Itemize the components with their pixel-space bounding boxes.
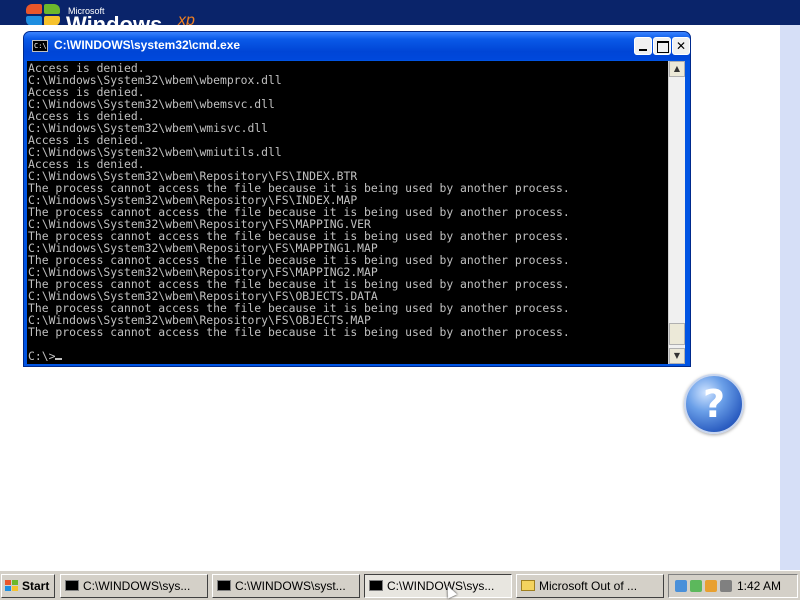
security-tray-icon[interactable]	[690, 580, 702, 592]
console-output[interactable]: Access is denied. C:\Windows\System32\wbe…	[27, 61, 668, 364]
scrollbar-thumb[interactable]	[669, 323, 685, 345]
vertical-scrollbar[interactable]: ▲ ▼	[668, 61, 685, 364]
console-line: The process cannot access the file becau…	[28, 325, 570, 339]
brand-windows-text: Windows	[66, 12, 163, 26]
background-window-header: Microsoft Windows xp	[0, 0, 800, 25]
close-button[interactable]: ✕	[672, 37, 690, 55]
taskbar-button-cmd-3[interactable]: C:\WINDOWS\sys...	[364, 574, 512, 598]
taskbar-button-microsoft-out-of[interactable]: Microsoft Out of ...	[516, 574, 664, 598]
taskbar-button-label: Microsoft Out of ...	[539, 579, 638, 593]
taskbar-button-label: C:\WINDOWS\syst...	[235, 579, 346, 593]
cmd-window: C:\ C:\WINDOWS\system32\cmd.exe ✕ Access…	[23, 31, 691, 367]
windows-flag-logo	[26, 4, 64, 25]
scroll-up-arrow-icon[interactable]: ▲	[669, 61, 685, 77]
brand-xp-text: xp	[178, 12, 195, 25]
command-prompt: C:\>	[28, 349, 56, 363]
maximize-button[interactable]	[653, 37, 671, 55]
text-cursor	[55, 358, 63, 360]
cmd-window-title: C:\WINDOWS\system32\cmd.exe	[54, 38, 241, 52]
taskbar-button-cmd-2[interactable]: C:\WINDOWS\syst...	[212, 574, 360, 598]
update-tray-icon[interactable]	[705, 580, 717, 592]
taskbar: Start C:\WINDOWS\sys... C:\WINDOWS\syst.…	[0, 570, 800, 600]
help-icon[interactable]: ?	[684, 374, 744, 434]
application-icon	[521, 580, 535, 591]
command-prompt-line[interactable]: C:\>	[28, 350, 668, 362]
cmd-icon	[369, 580, 383, 591]
system-tray: 1:42 AM	[668, 574, 798, 598]
cmd-system-menu-icon[interactable]: C:\	[32, 40, 48, 52]
cmd-icon	[217, 580, 231, 591]
background-window-edge	[780, 25, 800, 570]
start-label: Start	[22, 579, 50, 593]
cmd-icon	[65, 580, 79, 591]
taskbar-button-label: C:\WINDOWS\sys...	[387, 579, 495, 593]
minimize-button[interactable]	[634, 37, 652, 55]
windows-logo-icon	[5, 580, 19, 592]
taskbar-button-cmd-1[interactable]: C:\WINDOWS\sys...	[60, 574, 208, 598]
start-button[interactable]: Start	[1, 574, 55, 598]
clock[interactable]: 1:42 AM	[737, 579, 781, 593]
cmd-titlebar[interactable]: C:\ C:\WINDOWS\system32\cmd.exe ✕	[24, 32, 690, 60]
console-lines: Access is denied. C:\Windows\System32\wbe…	[28, 62, 668, 338]
scroll-down-arrow-icon[interactable]: ▼	[669, 348, 685, 364]
network-tray-icon[interactable]	[675, 580, 687, 592]
taskbar-button-label: C:\WINDOWS\sys...	[83, 579, 191, 593]
volume-tray-icon[interactable]	[720, 580, 732, 592]
